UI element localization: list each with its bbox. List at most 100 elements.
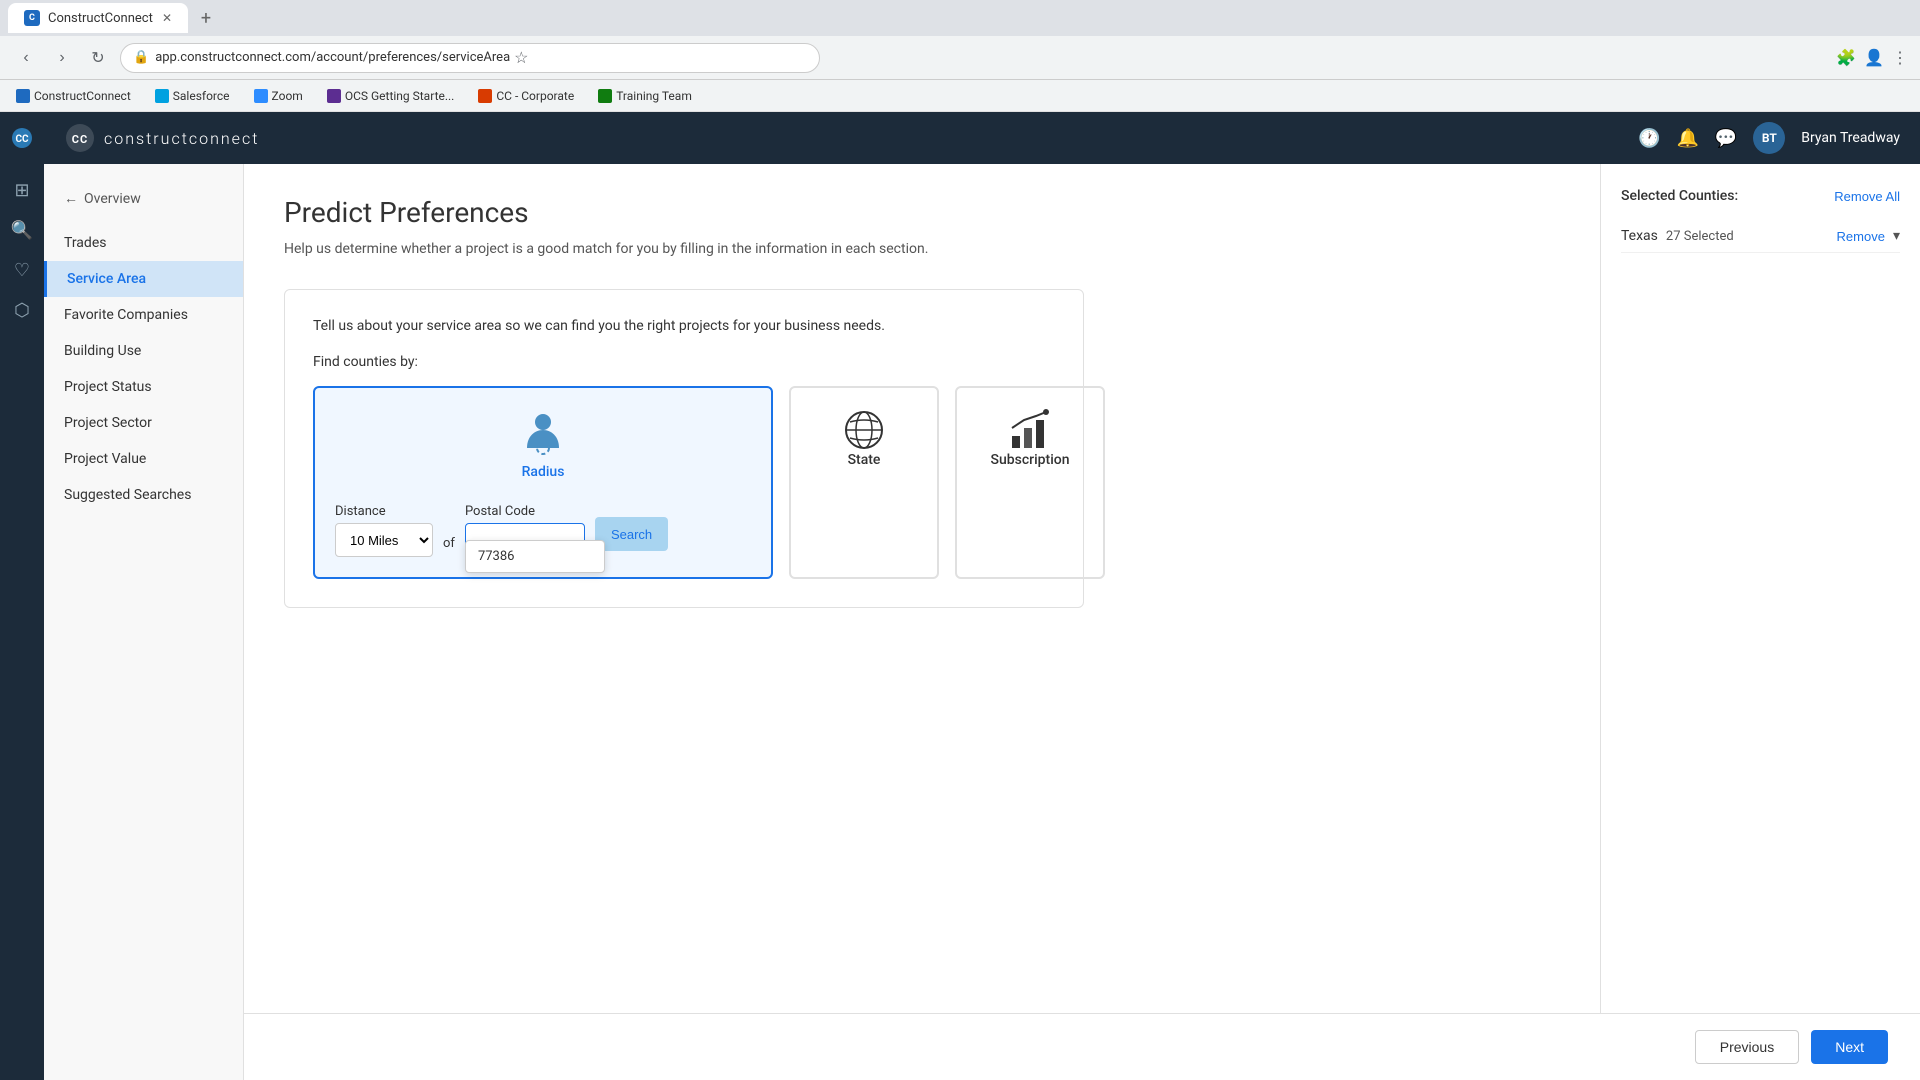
bookmark-label: Zoom (272, 89, 303, 103)
tab-title: ConstructConnect (48, 11, 153, 26)
sidebar-trades-label: Trades (64, 235, 106, 251)
sidebar-building-use-label: Building Use (64, 343, 141, 359)
bottom-navigation: Previous Next (244, 1013, 1920, 1080)
bookmark-label: Salesforce (173, 89, 230, 103)
sidebar-project-value-label: Project Value (64, 451, 146, 467)
state-icon (842, 408, 886, 452)
bookmark-ocs[interactable]: OCS Getting Starte... (323, 87, 459, 105)
radius-label: Radius (522, 464, 565, 480)
remove-all-button[interactable]: Remove All (1834, 189, 1900, 204)
header-actions: 🕐 🔔 💬 BT Bryan Treadway (1638, 122, 1900, 154)
sidebar-favorite-companies-label: Favorite Companies (64, 307, 188, 323)
sidebar-back-label: Overview (84, 191, 141, 207)
next-button[interactable]: Next (1811, 1030, 1888, 1064)
profile-icon[interactable]: 👤 (1864, 48, 1884, 67)
rail-shield-icon[interactable]: ⬡ (4, 292, 40, 328)
url-text: app.constructconnect.com/account/prefere… (155, 50, 510, 65)
app-logo: CC constructconnect (64, 122, 259, 154)
rail-heart-icon[interactable]: ♡ (4, 252, 40, 288)
svg-text:CC: CC (15, 134, 29, 145)
page-title: Predict Preferences (284, 196, 1560, 229)
bookmark-training[interactable]: Training Team (594, 87, 696, 105)
logo-text: constructconnect (104, 129, 259, 148)
suggestion-item-77386[interactable]: 77386 (466, 541, 604, 572)
sidebar-suggested-searches-label: Suggested Searches (64, 487, 191, 503)
sidebar-item-suggested-searches[interactable]: Suggested Searches (44, 477, 243, 513)
sidebar-project-sector-label: Project Sector (64, 415, 152, 431)
county-row-texas: Texas 27 Selected Remove ▾ (1621, 220, 1900, 253)
subscription-icon (1008, 408, 1052, 452)
postal-code-label: Postal Code (465, 504, 585, 519)
service-area-card: Tell us about your service area so we ca… (284, 289, 1084, 608)
subscription-option-card[interactable]: Subscription (955, 386, 1105, 579)
previous-button[interactable]: Previous (1695, 1030, 1799, 1064)
rail-home-icon[interactable]: ⊞ (4, 172, 40, 208)
sidebar-item-building-use[interactable]: Building Use (44, 333, 243, 369)
county-remove-button[interactable]: Remove (1837, 229, 1885, 244)
distance-group: Distance 5 Miles 10 Miles 25 Miles 50 Mi… (335, 504, 433, 557)
bookmark-salesforce[interactable]: Salesforce (151, 87, 234, 105)
suggestion-dropdown: 77386 (465, 540, 605, 573)
forward-button[interactable]: › (48, 44, 76, 72)
sidebar-item-trades[interactable]: Trades (44, 225, 243, 261)
radius-form: Distance 5 Miles 10 Miles 25 Miles 50 Mi… (335, 504, 751, 557)
sidebar-item-favorite-companies[interactable]: Favorite Companies (44, 297, 243, 333)
bookmark-label: Training Team (616, 89, 692, 103)
browser-tab[interactable]: C ConstructConnect ✕ (8, 3, 188, 33)
right-panel: Selected Counties: Remove All Texas 27 S… (1600, 164, 1920, 1013)
back-arrow-icon: ← (64, 190, 78, 207)
state-option-card[interactable]: State (789, 386, 939, 579)
search-button[interactable]: Search (595, 517, 668, 551)
new-tab-button[interactable]: + (192, 4, 220, 32)
distance-select[interactable]: 5 Miles 10 Miles 25 Miles 50 Miles 100 M… (335, 523, 433, 557)
radius-option-card[interactable]: Radius Distance 5 Miles (313, 386, 773, 579)
user-avatar[interactable]: BT (1753, 122, 1785, 154)
chat-icon[interactable]: 💬 (1715, 128, 1737, 149)
sidebar-item-project-status[interactable]: Project Status (44, 369, 243, 405)
svg-text:CC: CC (72, 133, 88, 146)
bookmark-label: OCS Getting Starte... (345, 89, 455, 103)
bookmark-star-icon[interactable]: ☆ (514, 48, 528, 67)
selected-counties-header: Selected Counties: Remove All (1621, 188, 1900, 204)
sidebar-service-area-label: Service Area (67, 271, 146, 287)
main-content: Predict Preferences Help us determine wh… (244, 164, 1600, 1013)
tab-favicon: C (24, 10, 40, 26)
subscription-label: Subscription (991, 452, 1070, 468)
bookmark-constructconnect[interactable]: ConstructConnect (12, 87, 135, 105)
bookmark-cc-corporate[interactable]: CC - Corporate (474, 87, 578, 105)
county-actions: Remove ▾ (1837, 228, 1900, 244)
more-options-icon[interactable]: ⋮ (1892, 48, 1908, 67)
county-expand-icon[interactable]: ▾ (1893, 228, 1900, 244)
sidebar-project-status-label: Project Status (64, 379, 152, 395)
sidebar-nav: ← Overview Trades Service Area Favorite … (44, 164, 244, 1080)
distance-label: Distance (335, 504, 433, 519)
rail-search-icon[interactable]: 🔍 (4, 212, 40, 248)
notification-icon[interactable]: 🔔 (1676, 128, 1698, 149)
state-label: State (848, 452, 881, 468)
county-name-texas: Texas (1621, 228, 1658, 244)
radius-icon (519, 408, 567, 464)
sidebar-item-service-area[interactable]: Service Area (44, 261, 243, 297)
bookmark-zoom[interactable]: Zoom (250, 87, 307, 105)
extensions-icon[interactable]: 🧩 (1836, 48, 1856, 67)
reload-button[interactable]: ↻ (84, 44, 112, 72)
sidebar-item-project-value[interactable]: Project Value (44, 441, 243, 477)
history-icon[interactable]: 🕐 (1638, 128, 1660, 149)
page-subtitle: Help us determine whether a project is a… (284, 241, 1560, 257)
back-button[interactable]: ‹ (12, 44, 40, 72)
postal-group: Postal Code 77386 (465, 504, 585, 557)
user-name: Bryan Treadway (1801, 130, 1900, 146)
of-text: of (443, 536, 455, 551)
close-tab-button[interactable]: ✕ (162, 11, 172, 25)
county-count-texas: 27 Selected (1666, 229, 1734, 244)
selected-counties-title: Selected Counties: (1621, 188, 1738, 204)
find-by-label: Find counties by: (313, 354, 1055, 370)
sidebar-item-project-sector[interactable]: Project Sector (44, 405, 243, 441)
rail-logo-icon: CC (4, 120, 40, 156)
bookmark-label: ConstructConnect (34, 89, 131, 103)
icon-rail: CC ⊞ 🔍 ♡ ⬡ (0, 112, 44, 1080)
bookmark-label: CC - Corporate (496, 89, 574, 103)
options-row: Radius Distance 5 Miles (313, 386, 1055, 579)
sidebar-back-button[interactable]: ← Overview (44, 180, 243, 217)
address-bar[interactable]: 🔒 app.constructconnect.com/account/prefe… (120, 43, 820, 73)
